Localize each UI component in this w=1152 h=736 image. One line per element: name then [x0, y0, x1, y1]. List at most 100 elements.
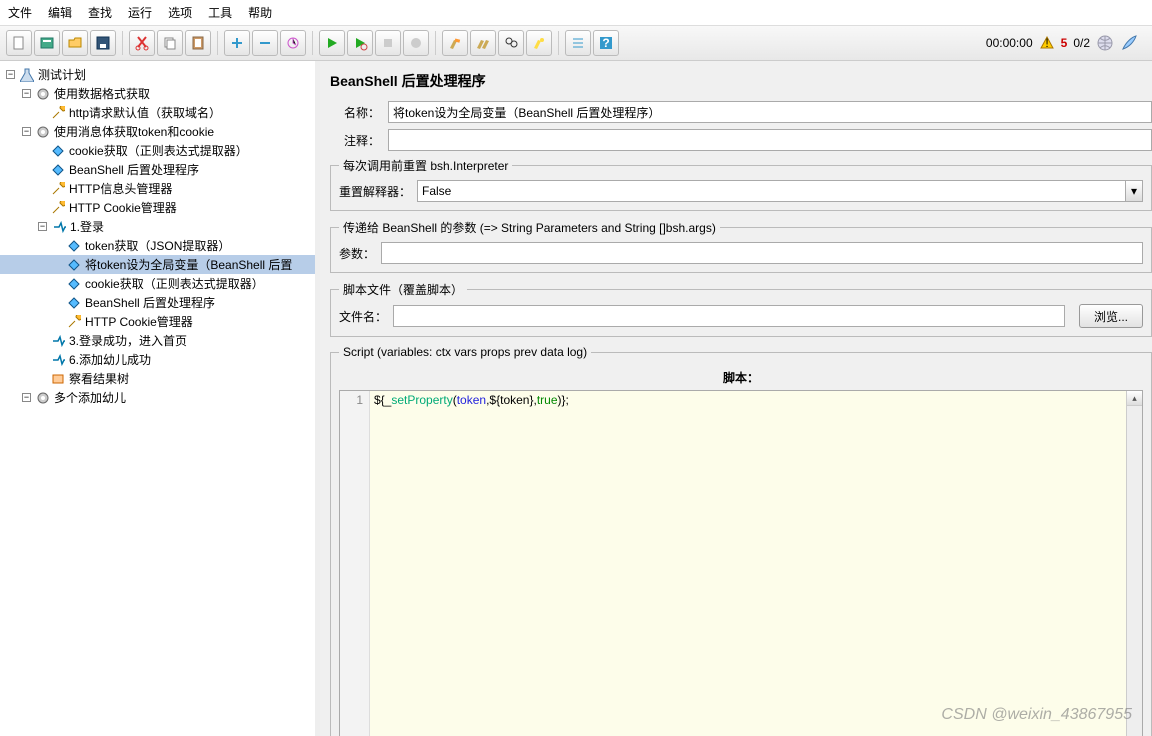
tree-item[interactable]: cookie获取（正则表达式提取器）	[0, 274, 315, 293]
content-panel: BeanShell 后置处理程序 名称： 注释： 每次调用前重置 bsh.Int…	[320, 61, 1152, 736]
tree-item[interactable]: −多个添加幼儿	[0, 388, 315, 407]
svg-text:!: !	[1045, 36, 1048, 50]
wrench-icon	[50, 105, 66, 121]
extractor-icon	[66, 257, 82, 273]
tree-toggle-icon[interactable]: −	[38, 222, 47, 231]
tree-toggle-icon[interactable]: −	[22, 127, 31, 136]
gear-icon	[35, 390, 51, 406]
status-area: 00:00:00 ! 5 0/2	[986, 34, 1146, 52]
start-icon[interactable]	[319, 30, 345, 56]
line-gutter: 1	[340, 391, 370, 736]
help-icon[interactable]: ?	[593, 30, 619, 56]
menu-find[interactable]: 查找	[88, 4, 112, 21]
name-input[interactable]	[388, 101, 1152, 123]
menu-help[interactable]: 帮助	[248, 4, 272, 21]
menu-edit[interactable]: 编辑	[48, 4, 72, 21]
thread-count: 0/2	[1073, 36, 1090, 50]
collapse-icon[interactable]	[252, 30, 278, 56]
wrench-icon	[50, 200, 66, 216]
function-helper-icon[interactable]	[565, 30, 591, 56]
tree-item[interactable]: 察看结果树	[0, 369, 315, 388]
extractor-icon	[50, 162, 66, 178]
menu-tools[interactable]: 工具	[208, 4, 232, 21]
tree-item[interactable]: HTTP信息头管理器	[0, 179, 315, 198]
tree-root[interactable]: −测试计划	[0, 65, 315, 84]
reset-search-icon[interactable]	[526, 30, 552, 56]
extractor-icon	[66, 295, 82, 311]
tree-item[interactable]: BeanShell 后置处理程序	[0, 293, 315, 312]
save-icon[interactable]	[90, 30, 116, 56]
search-icon[interactable]	[498, 30, 524, 56]
open-icon[interactable]	[62, 30, 88, 56]
reset-label: 重置解释器：	[339, 183, 411, 200]
file-fieldset: 脚本文件（覆盖脚本） 文件名： 浏览...	[330, 281, 1152, 337]
menu-options[interactable]: 选项	[168, 4, 192, 21]
gear-icon	[35, 86, 51, 102]
start-no-timers-icon[interactable]	[347, 30, 373, 56]
cut-icon[interactable]	[129, 30, 155, 56]
extractor-icon	[50, 143, 66, 159]
warning-icon: !	[1039, 35, 1055, 51]
tree-item[interactable]: −使用消息体获取token和cookie	[0, 122, 315, 141]
menu-file[interactable]: 文件	[8, 4, 32, 21]
tree-item-selected[interactable]: 将token设为全局变量（BeanShell 后置	[0, 255, 315, 274]
toolbar: ? 00:00:00 ! 5 0/2	[0, 26, 1152, 61]
paste-icon[interactable]	[185, 30, 211, 56]
script-label: 脚本：	[339, 369, 1143, 386]
clear-all-icon[interactable]	[470, 30, 496, 56]
code-area[interactable]: ${_setProperty(token,${token},true)};	[370, 391, 1126, 736]
reset-legend: 每次调用前重置 bsh.Interpreter	[339, 157, 512, 174]
tree-item[interactable]: cookie获取（正则表达式提取器）	[0, 141, 315, 160]
name-label: 名称：	[330, 104, 380, 121]
params-input[interactable]	[381, 242, 1143, 264]
menu-bar: 文件 编辑 查找 运行 选项 工具 帮助	[0, 0, 1152, 26]
tree-item[interactable]: token获取（JSON提取器）	[0, 236, 315, 255]
params-label: 参数：	[339, 245, 375, 262]
tree-toggle-icon[interactable]: −	[22, 393, 31, 402]
tree-item[interactable]: BeanShell 后置处理程序	[0, 160, 315, 179]
tree-toggle-icon[interactable]: −	[6, 70, 15, 79]
tree-item[interactable]: http请求默认值（获取域名）	[0, 103, 315, 122]
reset-fieldset: 每次调用前重置 bsh.Interpreter 重置解释器： ▾	[330, 157, 1152, 211]
file-input[interactable]	[393, 305, 1065, 327]
sampler-icon	[51, 219, 67, 235]
params-fieldset: 传递给 BeanShell 的参数 (=> String Parameters …	[330, 219, 1152, 273]
expand-icon[interactable]	[224, 30, 250, 56]
reset-combo[interactable]	[417, 180, 1125, 202]
params-legend: 传递给 BeanShell 的参数 (=> String Parameters …	[339, 219, 720, 236]
tree-panel[interactable]: −测试计划 −使用数据格式获取 http请求默认值（获取域名） −使用消息体获取…	[0, 61, 320, 736]
gear-icon	[35, 124, 51, 140]
stop-icon[interactable]	[375, 30, 401, 56]
new-icon[interactable]	[6, 30, 32, 56]
tree-item[interactable]: 6.添加幼儿成功	[0, 350, 315, 369]
shutdown-icon[interactable]	[403, 30, 429, 56]
tree-item[interactable]: HTTP Cookie管理器	[0, 198, 315, 217]
warning-count: 5	[1061, 36, 1068, 50]
tree-toggle-icon[interactable]: −	[22, 89, 31, 98]
tree-item[interactable]: −使用数据格式获取	[0, 84, 315, 103]
tree-item[interactable]: −1.登录	[0, 217, 315, 236]
browse-button[interactable]: 浏览...	[1079, 304, 1143, 328]
sampler-icon	[50, 333, 66, 349]
menu-run[interactable]: 运行	[128, 4, 152, 21]
clear-icon[interactable]	[442, 30, 468, 56]
comment-label: 注释：	[330, 132, 380, 149]
scrollbar-vertical[interactable]	[1126, 391, 1142, 736]
tree-item[interactable]: 3.登录成功，进入首页	[0, 331, 315, 350]
script-editor[interactable]: 1 ${_setProperty(token,${token},true)};	[339, 390, 1143, 736]
tree-item[interactable]: HTTP Cookie管理器	[0, 312, 315, 331]
chevron-down-icon[interactable]: ▾	[1125, 180, 1143, 202]
wrench-icon	[50, 181, 66, 197]
extractor-icon	[66, 238, 82, 254]
script-legend: Script (variables: ctx vars props prev d…	[339, 345, 591, 359]
wrench-icon	[66, 314, 82, 330]
templates-icon[interactable]	[34, 30, 60, 56]
elapsed-time: 00:00:00	[986, 36, 1033, 50]
extractor-icon	[66, 276, 82, 292]
panel-title: BeanShell 后置处理程序	[330, 71, 1152, 91]
svg-text:?: ?	[602, 36, 609, 50]
flask-icon	[19, 67, 35, 83]
copy-icon[interactable]	[157, 30, 183, 56]
toggle-icon[interactable]	[280, 30, 306, 56]
comment-input[interactable]	[388, 129, 1152, 151]
